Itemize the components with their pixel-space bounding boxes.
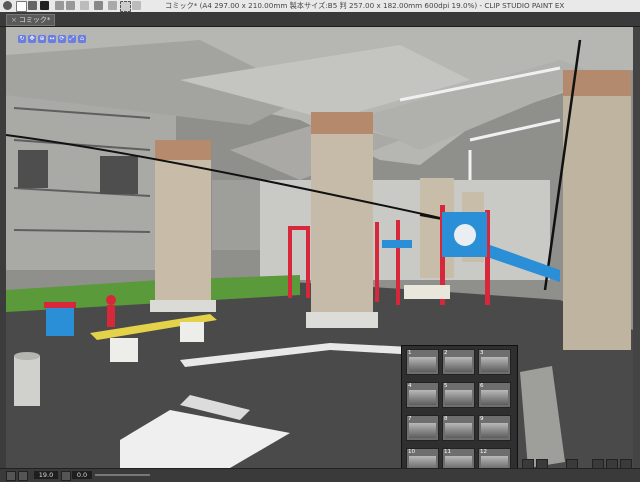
- tab-label: コミック*: [18, 16, 51, 24]
- app-icon[interactable]: [3, 1, 12, 10]
- open-file-icon[interactable]: [28, 1, 37, 10]
- camera-preset-thumbnail[interactable]: 8: [442, 415, 475, 441]
- trash-bin-lid: [14, 352, 40, 360]
- pillar-base: [306, 312, 378, 328]
- pillar-rust: [155, 140, 211, 160]
- tab-comic[interactable]: × コミック*: [6, 14, 56, 26]
- spring-rider: [46, 306, 74, 336]
- clear-icon[interactable]: [80, 1, 89, 10]
- camera-zoom-icon[interactable]: ⊕: [38, 35, 46, 43]
- camera-reset-icon[interactable]: ⌂: [78, 35, 86, 43]
- move-icon[interactable]: [94, 1, 103, 10]
- select-icon[interactable]: [108, 1, 117, 10]
- camera-preset-thumbnail[interactable]: 3: [478, 349, 511, 375]
- save-icon[interactable]: [40, 1, 49, 10]
- undo-icon[interactable]: [55, 1, 64, 10]
- zoom-level[interactable]: 19.0: [34, 471, 58, 479]
- spring-rider-2-body: [107, 305, 115, 327]
- pillar: [563, 70, 631, 350]
- camera-preset-thumbnail[interactable]: 1: [406, 349, 439, 375]
- redo-icon[interactable]: [66, 1, 75, 10]
- zoom-out-button[interactable]: [6, 471, 16, 481]
- canvas-view-controls: ↻ ✥ ⊕ ↔ ⟳ ⤢ ⌂: [18, 33, 88, 43]
- camera-preset-thumbnail[interactable]: 9: [478, 415, 511, 441]
- zoom-in-button[interactable]: [18, 471, 28, 481]
- trash-bin: [14, 356, 40, 406]
- camera-preset-thumbnail[interactable]: 4: [406, 382, 439, 408]
- new-file-icon[interactable]: [16, 1, 27, 12]
- spring-rider-2: [106, 295, 116, 305]
- rotation-slider[interactable]: [95, 474, 150, 476]
- document-tab-bar: × コミック*: [0, 12, 640, 27]
- lasso-icon[interactable]: [132, 1, 141, 10]
- canvas-area[interactable]: [6, 27, 633, 468]
- scale-object-icon[interactable]: ⤢: [68, 35, 76, 43]
- camera-preset-thumbnail[interactable]: 6: [478, 382, 511, 408]
- pillar: [155, 140, 211, 310]
- pillar-rust: [311, 112, 373, 134]
- status-bar: 19.0 0.0: [0, 468, 640, 482]
- camera-pan-icon[interactable]: ✥: [28, 35, 36, 43]
- building-window: [100, 156, 138, 194]
- window-title: コミック* (A4 297.00 x 210.00mm 製本サイズ:B5 判 2…: [165, 1, 565, 10]
- camera-preset-thumbnail[interactable]: 5: [442, 382, 475, 408]
- rotation-angle[interactable]: 0.0: [72, 471, 92, 479]
- camera-preset-thumbnail[interactable]: 7: [406, 415, 439, 441]
- bench-leg: [110, 338, 138, 362]
- rotate-left-button[interactable]: [61, 471, 71, 481]
- building-window: [18, 150, 48, 188]
- pillar-base: [150, 300, 216, 312]
- pillar: [311, 112, 373, 320]
- title-bar: コミック* (A4 297.00 x 210.00mm 製本サイズ:B5 判 2…: [0, 0, 640, 12]
- close-tab-icon[interactable]: ×: [11, 16, 17, 24]
- move-object-icon[interactable]: ↔: [48, 35, 56, 43]
- spring-rider-seat: [44, 302, 76, 308]
- camera-preset-thumbnail[interactable]: 2: [442, 349, 475, 375]
- right-panel-edge: [633, 27, 640, 468]
- rotate-object-icon[interactable]: ⟳: [58, 35, 66, 43]
- 3d-scene[interactable]: [6, 27, 633, 468]
- marquee-icon[interactable]: [120, 1, 131, 12]
- camera-preset-palette: 1 2 3 4 5 6 7 8 9 10 11 12: [401, 345, 518, 475]
- camera-rotate-icon[interactable]: ↻: [18, 35, 26, 43]
- bench-leg: [180, 322, 204, 342]
